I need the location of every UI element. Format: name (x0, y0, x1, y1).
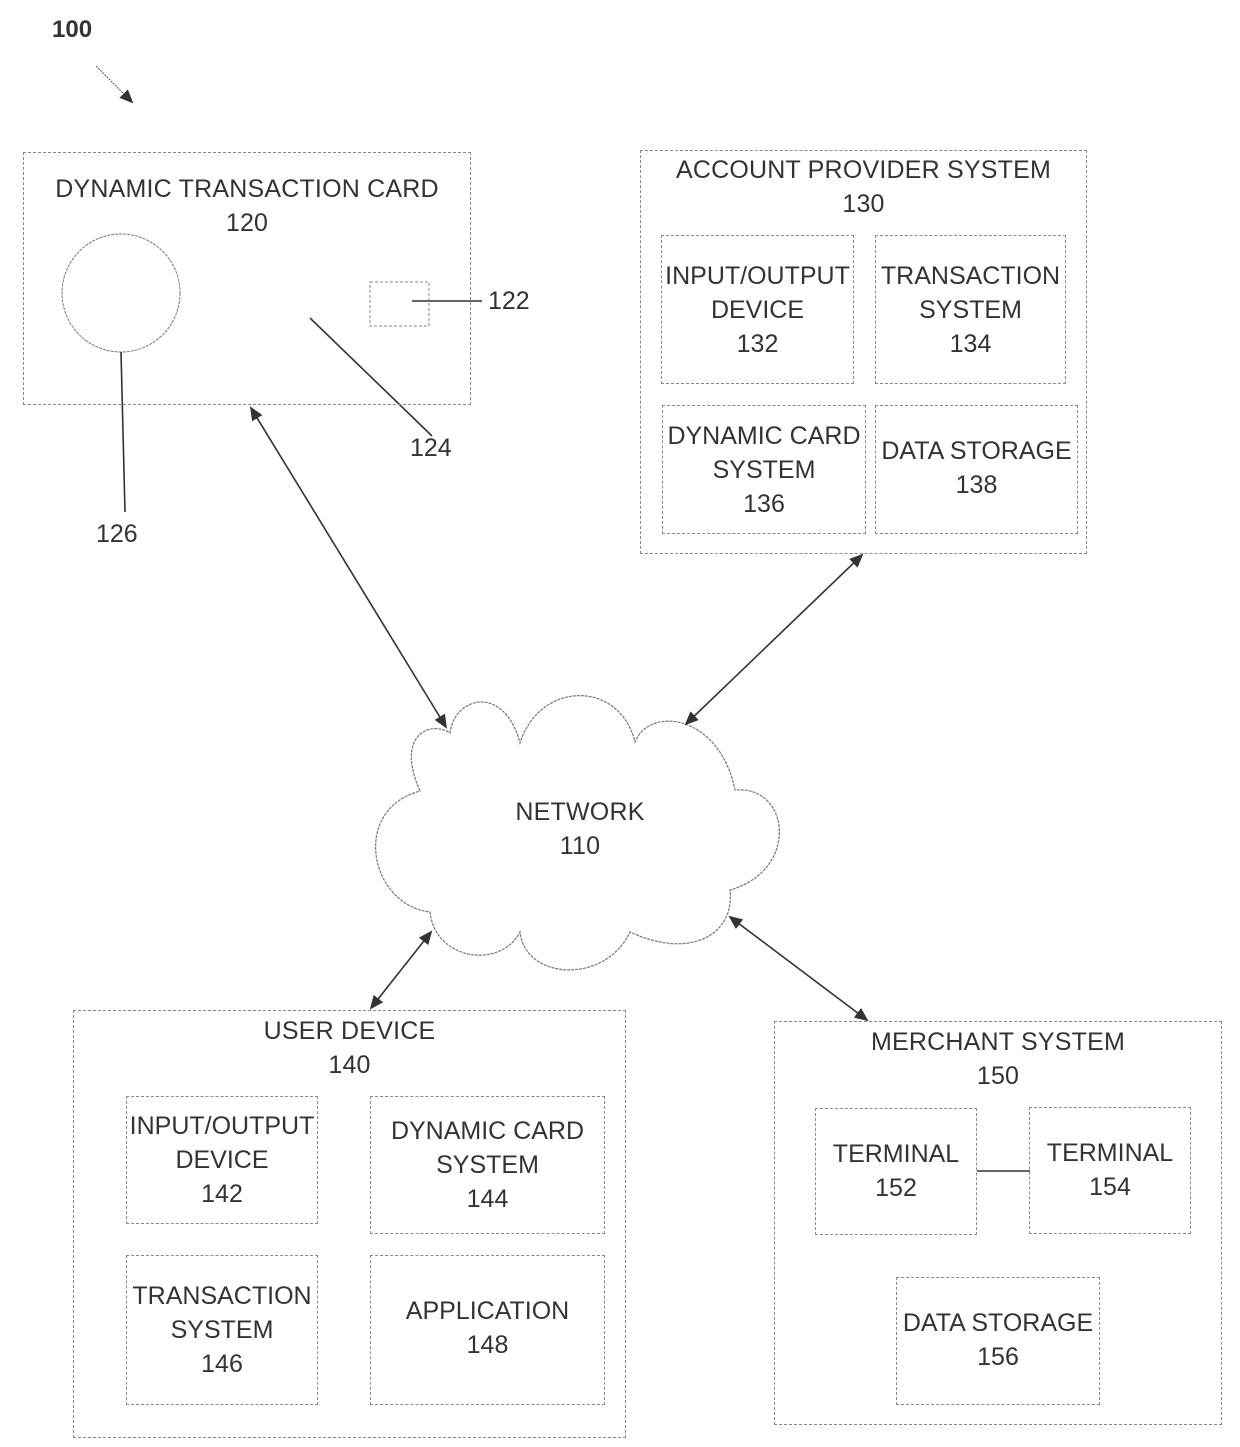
component-ref: 136 (743, 489, 785, 518)
callout-122: 122 (488, 287, 530, 315)
component-156: DATA STORAGE 156 (896, 1277, 1100, 1405)
component-ref: 132 (736, 329, 779, 358)
component-148: APPLICATION 148 (370, 1255, 605, 1405)
component-132: INPUT/OUTPUT DEVICE 132 (661, 235, 854, 384)
component-142: INPUT/OUTPUT DEVICE 142 (126, 1096, 318, 1224)
component-136: DYNAMIC CARD SYSTEM 136 (662, 405, 866, 534)
component-154: TERMINAL 154 (1029, 1107, 1191, 1234)
component-144: DYNAMIC CARD SYSTEM 144 (370, 1096, 605, 1234)
callout-126: 126 (96, 520, 138, 548)
network-label: NETWORK 110 (480, 795, 680, 863)
network-ref: 110 (559, 832, 601, 860)
user-network-arrow (369, 930, 433, 1010)
component-ref: 156 (977, 1343, 1019, 1371)
component-134: TRANSACTION SYSTEM 134 (875, 235, 1066, 384)
user-device-label: USER DEVICE 140 (73, 1014, 626, 1082)
user-device-ref: 140 (328, 1051, 371, 1079)
merchant-title: MERCHANT SYSTEM (871, 1028, 1125, 1056)
merchant-ref: 150 (976, 1062, 1020, 1090)
component-ref: 148 (466, 1331, 509, 1359)
account-network-arrow (684, 553, 864, 726)
component-label: DATA STORAGE (902, 1309, 1094, 1337)
component-138: DATA STORAGE 138 (875, 405, 1078, 534)
component-label: APPLICATION (405, 1297, 570, 1325)
component-ref: 154 (1089, 1173, 1131, 1201)
component-152: TERMINAL 152 (815, 1108, 977, 1235)
account-provider-ref: 130 (842, 190, 885, 218)
component-label: TRANSACTION (880, 261, 1061, 290)
component-label: SYSTEM (919, 295, 1022, 324)
component-label: SYSTEM (170, 1316, 274, 1344)
component-label: INPUT/OUTPUT (665, 261, 850, 290)
component-label: INPUT/OUTPUT (129, 1112, 315, 1140)
figure-pointer-arrow (95, 65, 134, 104)
component-146: TRANSACTION SYSTEM 146 (126, 1255, 318, 1405)
component-label: DATA STORAGE (881, 437, 1072, 465)
merchant-network-arrow (728, 915, 869, 1022)
callout-124: 124 (410, 434, 452, 462)
network-title: NETWORK (515, 798, 645, 826)
component-label: DEVICE (175, 1146, 269, 1174)
account-provider-label: ACCOUNT PROVIDER SYSTEM 130 (640, 153, 1087, 221)
account-provider-title: ACCOUNT PROVIDER SYSTEM (675, 156, 1052, 184)
component-label: DYNAMIC CARD (390, 1117, 585, 1145)
component-ref: 142 (201, 1180, 243, 1208)
card-title: DYNAMIC TRANSACTION CARD (55, 175, 439, 203)
component-label: SYSTEM (436, 1151, 539, 1179)
component-ref: 144 (466, 1185, 509, 1213)
component-ref: 134 (949, 329, 992, 358)
component-ref: 152 (875, 1174, 917, 1202)
card-label: DYNAMIC TRANSACTION CARD 120 (23, 172, 471, 240)
merchant-label: MERCHANT SYSTEM 150 (774, 1025, 1222, 1093)
component-label: DYNAMIC CARD (667, 421, 861, 450)
component-label: TERMINAL (832, 1140, 960, 1168)
component-label: SYSTEM (712, 455, 816, 484)
component-ref: 146 (201, 1350, 243, 1378)
component-label: DEVICE (710, 295, 805, 324)
user-device-title: USER DEVICE (263, 1017, 436, 1045)
component-label: TRANSACTION (132, 1282, 312, 1310)
component-label: TERMINAL (1046, 1139, 1174, 1167)
component-ref: 138 (955, 471, 998, 499)
card-ref: 120 (225, 209, 269, 237)
